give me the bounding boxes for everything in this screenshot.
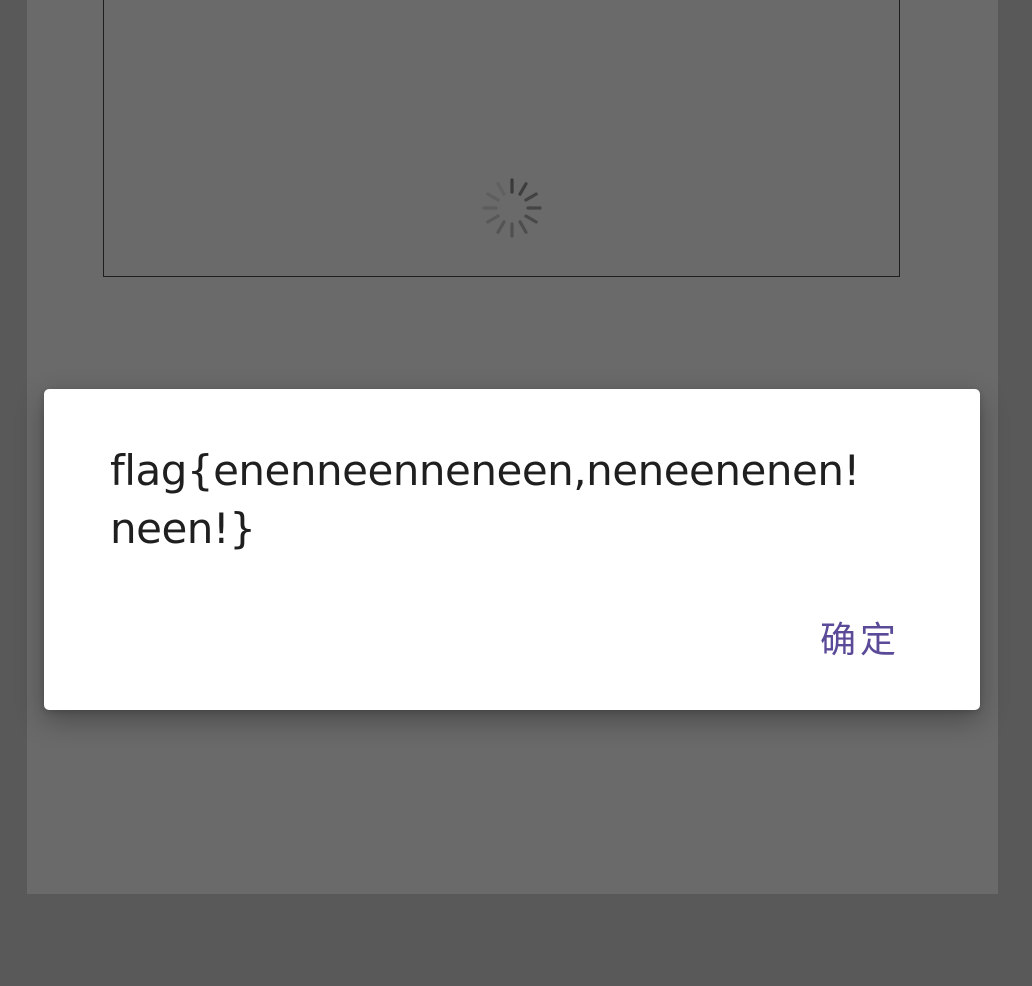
loading-spinner-icon [482,178,542,238]
dialog-message: flag{enenneenneneen,neneenenen!neen!} [110,446,860,553]
confirm-button[interactable]: 确定 [820,611,900,663]
alert-dialog: flag{enenneenneneen,neneenenen!neen!} 确定 [44,389,980,710]
